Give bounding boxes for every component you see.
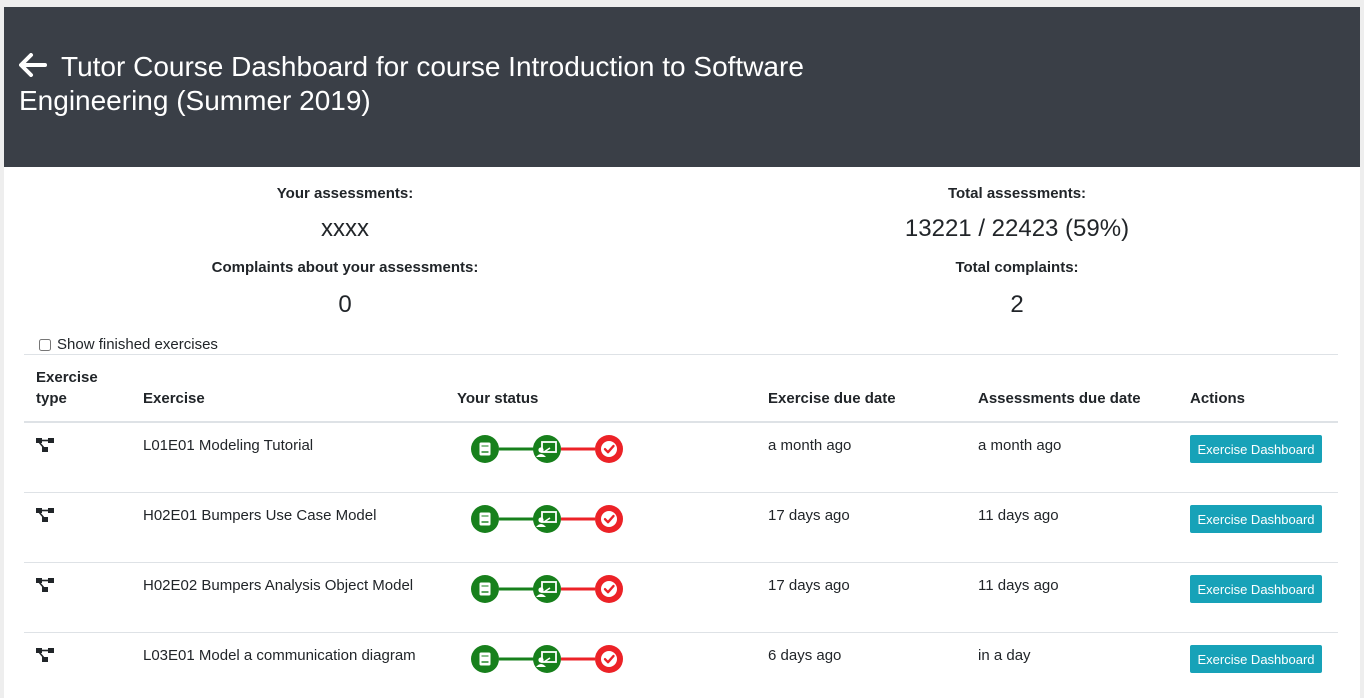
- your-assessments-value: xxxx: [321, 215, 369, 242]
- exercise-due-date: a month ago: [768, 437, 852, 454]
- exercise-name: H02E02 Bumpers Analysis Object Model: [143, 577, 414, 594]
- project-diagram-icon: [36, 508, 54, 522]
- assessments-due-date: 11 days ago: [978, 577, 1059, 594]
- status-stepper: [471, 575, 626, 603]
- status-stepper: [471, 505, 626, 533]
- table-row: H02E02 Bumpers Analysis Object Model 17 …: [24, 563, 1338, 633]
- show-finished-label: Show finished exercises: [57, 336, 218, 353]
- table-body: L01E01 Modeling Tutorial a month ago a m…: [24, 423, 1338, 698]
- page-title-text: Tutor Course Dashboard for course Introd…: [19, 51, 804, 116]
- header-actions: Actions: [1190, 390, 1246, 407]
- status-stepper: [471, 645, 626, 673]
- check-circle-icon: [595, 575, 623, 603]
- book-icon: [471, 435, 499, 463]
- book-icon: [471, 505, 499, 533]
- book-icon: [471, 645, 499, 673]
- your-assessments-label: Your assessments:: [276, 185, 414, 202]
- chalkboard-teacher-icon: [533, 505, 561, 533]
- exercise-due-date: 17 days ago: [768, 507, 850, 524]
- your-complaints-label: Complaints about your assessments:: [211, 259, 479, 276]
- total-assessments-label: Total assessments:: [947, 185, 1087, 202]
- page-header: Tutor Course Dashboard for course Introd…: [4, 7, 1360, 167]
- table-row: H02E01 Bumpers Use Case Model 17 days ag…: [24, 493, 1338, 563]
- header-exercise-type-line1: Exercise: [36, 369, 98, 386]
- exercise-name: H02E01 Bumpers Use Case Model: [143, 507, 377, 524]
- book-icon: [471, 575, 499, 603]
- your-assessments-block: Your assessments: xxxx: [85, 184, 605, 244]
- exercise-name: L03E01 Model a communication diagram: [143, 647, 416, 664]
- exercise-dashboard-button[interactable]: Exercise Dashboard: [1190, 645, 1322, 673]
- exercise-dashboard-button[interactable]: Exercise Dashboard: [1190, 575, 1322, 603]
- check-circle-icon: [595, 645, 623, 673]
- assessments-due-date: in a day: [978, 647, 1031, 664]
- project-diagram-icon: [36, 438, 54, 452]
- header-exercise: Exercise: [143, 390, 205, 407]
- header-assessments-due: Assessments due date: [978, 390, 1141, 407]
- status-stepper: [471, 435, 626, 463]
- project-diagram-icon: [36, 578, 54, 592]
- table-row: L03E01 Model a communication diagram 6 d…: [24, 633, 1338, 698]
- exercise-table: Exercise type Exercise Your status Exerc…: [24, 354, 1338, 698]
- your-complaints-block: Complaints about your assessments: 0: [85, 258, 605, 320]
- dashboard-card: Your assessments: xxxx Complaints about …: [4, 167, 1360, 698]
- show-finished-toggle[interactable]: Show finished exercises: [39, 335, 218, 355]
- table-row: L01E01 Modeling Tutorial a month ago a m…: [24, 423, 1338, 493]
- check-circle-icon: [595, 505, 623, 533]
- chalkboard-teacher-icon: [533, 435, 561, 463]
- header-exercise-type-line2: type: [36, 390, 67, 407]
- chalkboard-teacher-icon: [533, 575, 561, 603]
- header-status: Your status: [457, 390, 539, 407]
- assessments-due-date: 11 days ago: [978, 507, 1059, 524]
- exercise-dashboard-button[interactable]: Exercise Dashboard: [1190, 505, 1322, 533]
- total-assessments-value: 13221 / 22423 (59%): [904, 215, 1130, 242]
- check-circle-icon: [595, 435, 623, 463]
- exercise-name: L01E01 Modeling Tutorial: [143, 437, 314, 454]
- project-diagram-icon: [36, 648, 54, 662]
- exercise-dashboard-button[interactable]: Exercise Dashboard: [1190, 435, 1322, 463]
- total-complaints-label: Total complaints:: [955, 259, 1079, 276]
- exercise-due-date: 17 days ago: [768, 577, 850, 594]
- assessments-due-date: a month ago: [978, 437, 1062, 454]
- table-header: Exercise type Exercise Your status Exerc…: [24, 355, 1338, 423]
- total-assessments-block: Total assessments: 13221 / 22423 (59%): [757, 184, 1277, 244]
- total-complaints-block: Total complaints: 2: [757, 258, 1277, 320]
- show-finished-checkbox[interactable]: [39, 339, 51, 351]
- arrow-left-icon[interactable]: [19, 51, 47, 77]
- your-complaints-value: 0: [338, 291, 352, 318]
- page-title: Tutor Course Dashboard for course Introd…: [19, 50, 879, 118]
- chalkboard-teacher-icon: [533, 645, 561, 673]
- header-exercise-type: Exercise type: [36, 367, 98, 409]
- total-complaints-value: 2: [1010, 291, 1024, 318]
- header-due-date: Exercise due date: [768, 390, 896, 407]
- exercise-due-date: 6 days ago: [768, 647, 842, 664]
